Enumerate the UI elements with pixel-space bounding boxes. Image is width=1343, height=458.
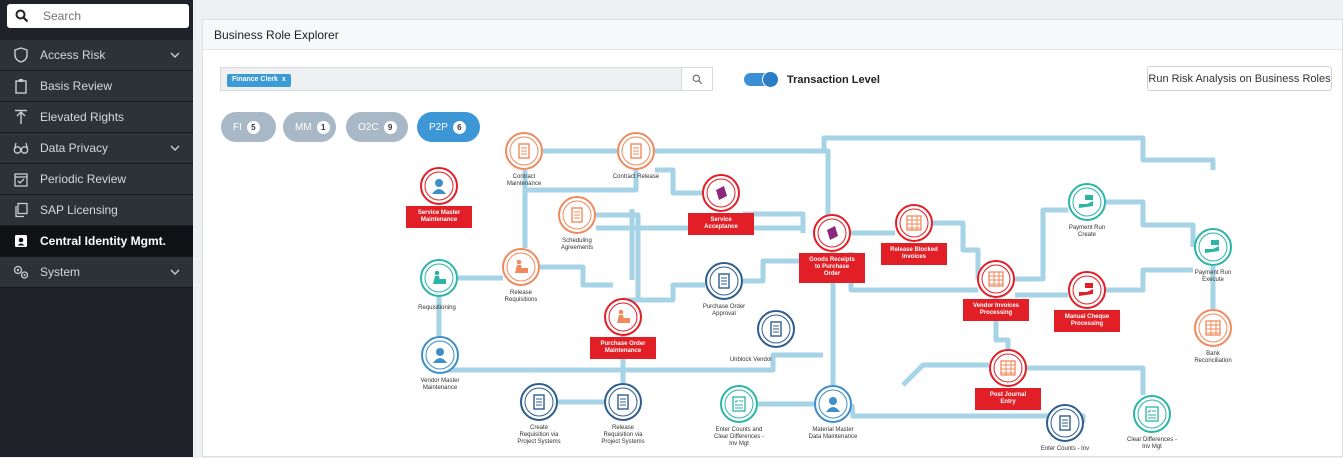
sidebar-item-label: SAP Licensing — [40, 203, 118, 217]
connector-line — [901, 362, 989, 387]
node-enter-counts-inv[interactable]: Enter Counts - Inv — [1041, 404, 1089, 452]
shield-icon — [14, 47, 28, 63]
node-label: Vendor Master Maintenance — [420, 378, 459, 391]
connector-line — [1106, 199, 1196, 247]
node-service-acceptance[interactable]: Service Acceptance — [688, 174, 754, 235]
node-clear-differences[interactable]: Clear Differences -Inv Mgt — [1127, 395, 1177, 450]
search-input[interactable] — [43, 9, 173, 23]
chevron-down-icon[interactable] — [170, 267, 180, 277]
node-label: Release Requisition via Project Systems — [601, 425, 644, 445]
connector-line — [1015, 207, 1068, 282]
sidebar-item-sap-licensing[interactable]: SAP Licensing — [0, 195, 193, 226]
node-label: Enter Counts - Inv — [1041, 446, 1089, 452]
node-goods-receipts[interactable]: Goods Receipts to Purchase Order — [799, 214, 865, 283]
sidebar: Access Risk Basis Review Elevated Rights Da… — [0, 0, 193, 457]
sidebar-item-label: Access Risk — [40, 48, 106, 62]
node-label: Manual Cheque Processing — [1065, 314, 1110, 327]
connector-line — [821, 135, 1216, 170]
id-card-icon — [15, 235, 27, 247]
node-manual-cheque-processing[interactable]: Manual Cheque Processing — [1054, 271, 1120, 332]
sidebar-item-label: Elevated Rights — [40, 110, 125, 124]
node-release-requisition-ps[interactable]: Release Requisition via Project Systems — [601, 383, 645, 445]
node-label: Payment Run Create — [1069, 225, 1105, 238]
node-label: Create Requisition via Project Systems — [517, 425, 560, 445]
main-panel: Business Role Explorer Finance Clerk x Tr… — [202, 19, 1343, 457]
clipboard-icon — [15, 79, 27, 94]
node-label: Material Master Data Maintenance — [809, 427, 858, 440]
node-label: Unblock Vendor — [730, 357, 772, 363]
node-label: Payment Run Execute — [1195, 270, 1231, 283]
node-service-master-maintenance[interactable]: Service Master Maintenance — [406, 167, 472, 228]
node-label: Service Master Maintenance — [418, 210, 461, 223]
connector-line — [1027, 365, 1146, 395]
sidebar-item-periodic-review[interactable]: Periodic Review — [0, 164, 193, 195]
sidebar-item-label: Central Identity Mgmt. — [40, 234, 167, 248]
node-create-requisition-ps[interactable]: Create Requisition via Project Systems — [517, 383, 561, 445]
copy-icon — [15, 202, 28, 218]
sidebar-item-central-identity-mgmt[interactable]: Central Identity Mgmt. — [0, 226, 193, 257]
sidebar-item-access-risk[interactable]: Access Risk — [0, 40, 193, 71]
node-release-requisitions[interactable]: Release Requisitions — [502, 248, 540, 303]
node-label: Release Requisitions — [505, 290, 538, 303]
sidebar-item-label: Data Privacy — [40, 141, 109, 155]
sidebar-item-label: Periodic Review — [40, 172, 127, 186]
process-diagram: Contract Maintenance Contract Release Servi… — [406, 132, 1232, 452]
node-label: Purchase Order Approval — [703, 304, 745, 317]
connector-line — [1106, 267, 1193, 293]
gears-icon — [13, 265, 29, 279]
node-label: Enter Counts and Clear Differences -Inv M… — [714, 427, 764, 447]
glasses-icon — [13, 142, 29, 154]
calendar-check-icon — [14, 173, 28, 187]
node-scheduling-agreements[interactable]: Scheduling Agreements — [558, 196, 596, 251]
node-enter-counts-clear[interactable]: Enter Counts and Clear Differences -Inv M… — [714, 385, 764, 447]
node-label: Requisitioning — [418, 305, 456, 311]
node-label: Bank Reconciliation — [1194, 351, 1231, 364]
node-purchase-order-maintenance[interactable]: Purchase Order Maintenance — [590, 298, 656, 359]
sidebar-item-data-privacy[interactable]: Data Privacy — [0, 133, 193, 164]
sidebar-item-system[interactable]: System — [0, 257, 193, 288]
node-purchase-order-approval[interactable]: Purchase Order Approval — [703, 262, 745, 317]
connector-line — [540, 264, 613, 288]
chevron-down-icon[interactable] — [170, 50, 180, 60]
node-label: Scheduling Agreements — [561, 238, 593, 251]
node-payment-run-execute[interactable]: Payment Run Execute — [1194, 228, 1232, 283]
search-icon — [15, 9, 29, 23]
chevron-down-icon[interactable] — [170, 143, 180, 153]
node-bank-reconciliation[interactable]: Bank Reconciliation — [1194, 309, 1232, 364]
node-label: Purchase Order Maintenance — [600, 341, 646, 354]
node-post-journal-entry[interactable]: Post Journal Entry — [975, 349, 1041, 410]
node-label: Contract Maintenance — [507, 174, 542, 187]
node-payment-run-create[interactable]: Payment Run Create — [1068, 183, 1106, 238]
sidebar-item-basis-review[interactable]: Basis Review — [0, 71, 193, 102]
node-contract-maintenance[interactable]: Contract Maintenance — [505, 132, 543, 187]
arrow-up-icon — [15, 109, 27, 124]
connector-line — [522, 170, 639, 193]
sidebar-item-label: Basis Review — [40, 79, 113, 93]
sidebar-item-label: System — [40, 265, 81, 279]
sidebar-item-elevated-rights[interactable]: Elevated Rights — [0, 102, 193, 133]
node-label: Contract Release — [613, 174, 660, 180]
connector-line — [655, 167, 703, 196]
node-vendor-master-maintenance[interactable]: Vendor Master Maintenance — [420, 336, 460, 391]
node-label: Clear Differences -Inv Mgt — [1127, 437, 1177, 450]
sidebar-nav: Access Risk Basis Review Elevated Rights Da… — [0, 40, 193, 288]
sidebar-search[interactable] — [7, 4, 189, 28]
